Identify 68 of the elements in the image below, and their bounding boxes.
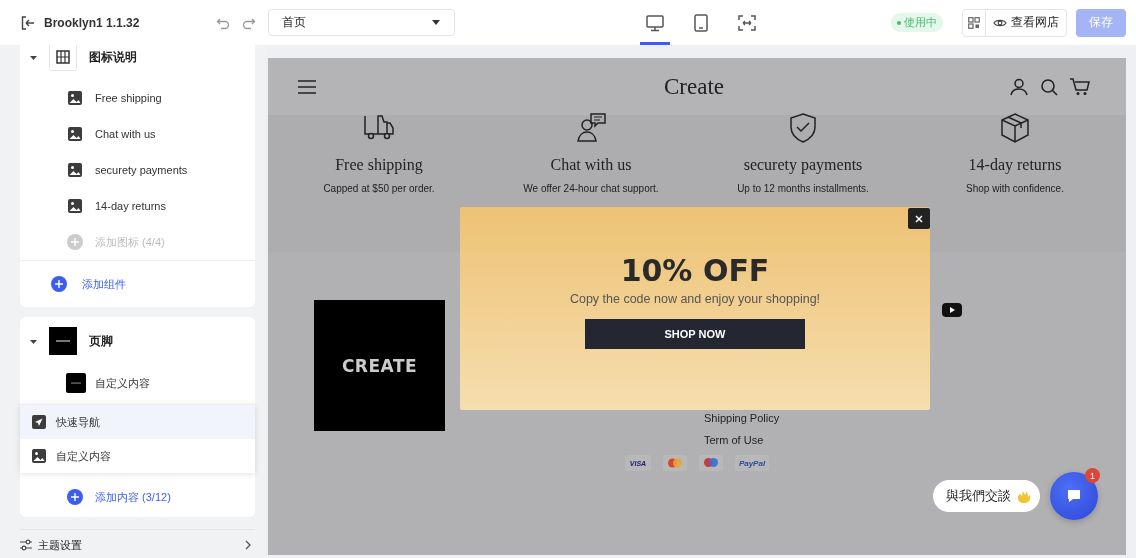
plus-icon [71, 238, 79, 246]
popup-title: 10% OFF [620, 254, 770, 288]
menu-item[interactable]: 快速导航 [20, 405, 255, 439]
section-title[interactable]: 页脚 [89, 332, 113, 350]
logo-thumbnail [49, 327, 77, 355]
page-select[interactable]: 首页 [268, 9, 455, 36]
app-title: Brooklyn1 1.1.32 [44, 15, 140, 30]
store-name: Create [664, 73, 724, 100]
qr-code-icon [968, 16, 980, 29]
support-chat-icon [575, 112, 607, 144]
exit-icon[interactable] [20, 14, 36, 31]
tablet-icon [691, 12, 711, 33]
image-icon [32, 449, 46, 463]
sliders-icon [20, 539, 32, 551]
feature-text: Capped at $50 per order. [323, 183, 435, 194]
list-item[interactable]: securety payments [20, 152, 255, 188]
logo-text: CREATE [341, 355, 418, 376]
logo-thumbnail [66, 373, 86, 393]
plus-icon [71, 493, 79, 501]
feature-text: We offer 24-hour chat support. [523, 183, 659, 194]
chat-icon [1066, 488, 1082, 504]
box-icon [999, 112, 1031, 144]
shield-check-icon [787, 112, 819, 144]
user-icon[interactable] [1010, 77, 1028, 96]
close-icon [915, 214, 923, 223]
expand-icon [737, 12, 757, 33]
chat-prompt[interactable]: 與我們交談 [933, 480, 1040, 512]
image-icon [68, 127, 82, 141]
caret-down-icon[interactable] [30, 53, 37, 61]
list-item[interactable]: 14-day returns [20, 188, 255, 224]
image-icon [68, 91, 82, 105]
image-icon [68, 199, 82, 213]
theme-settings-item[interactable]: 主题设置 [20, 529, 255, 558]
navigation-icon [32, 415, 46, 429]
two-circles-icon [699, 455, 723, 471]
footer-link[interactable]: Term of Use [704, 434, 764, 447]
list-item[interactable]: Free shipping [20, 80, 255, 116]
caret-down-icon [432, 20, 440, 25]
search-icon[interactable] [1040, 77, 1058, 96]
chevron-right-icon [245, 540, 251, 550]
feature-text: Up to 12 months installments. [737, 183, 869, 194]
feature-title: securety payments [743, 156, 863, 174]
notification-badge: 1 [1085, 468, 1100, 483]
plus-icon [55, 280, 63, 288]
status-badge: 使用中 [891, 13, 943, 32]
paypal-logo: PayPal [735, 455, 769, 471]
two-circles-icon [663, 455, 687, 471]
feature-title: Free shipping [335, 156, 423, 174]
close-button[interactable] [908, 208, 930, 229]
section-title[interactable]: 图标说明 [89, 48, 137, 66]
shop-now-button[interactable]: SHOP NOW [585, 319, 805, 349]
video-play-icon[interactable] [942, 303, 962, 317]
menu-item[interactable]: 自定义内容 [20, 439, 255, 473]
image-icon [68, 163, 82, 177]
feature-title: 14-day returns [968, 156, 1062, 174]
eye-icon [993, 17, 1007, 28]
footer-link[interactable]: Shipping Policy [704, 412, 780, 425]
feature-text: Shop with confidence. [966, 183, 1064, 194]
add-item-button[interactable]: 添加内容 (3/12) [20, 477, 255, 517]
monitor-icon [645, 12, 665, 33]
list-item[interactable]: Chat with us [20, 116, 255, 152]
menu-icon[interactable] [298, 79, 316, 94]
caret-down-icon[interactable] [30, 337, 37, 345]
feature-title: Chat with us [550, 156, 632, 174]
list-item[interactable]: 自定义内容 [20, 365, 255, 401]
popup-text: Copy the code now and enjoy your shopping! [569, 292, 821, 306]
cart-icon[interactable] [1070, 77, 1090, 96]
add-block-button[interactable]: 添加组件 [20, 260, 255, 307]
